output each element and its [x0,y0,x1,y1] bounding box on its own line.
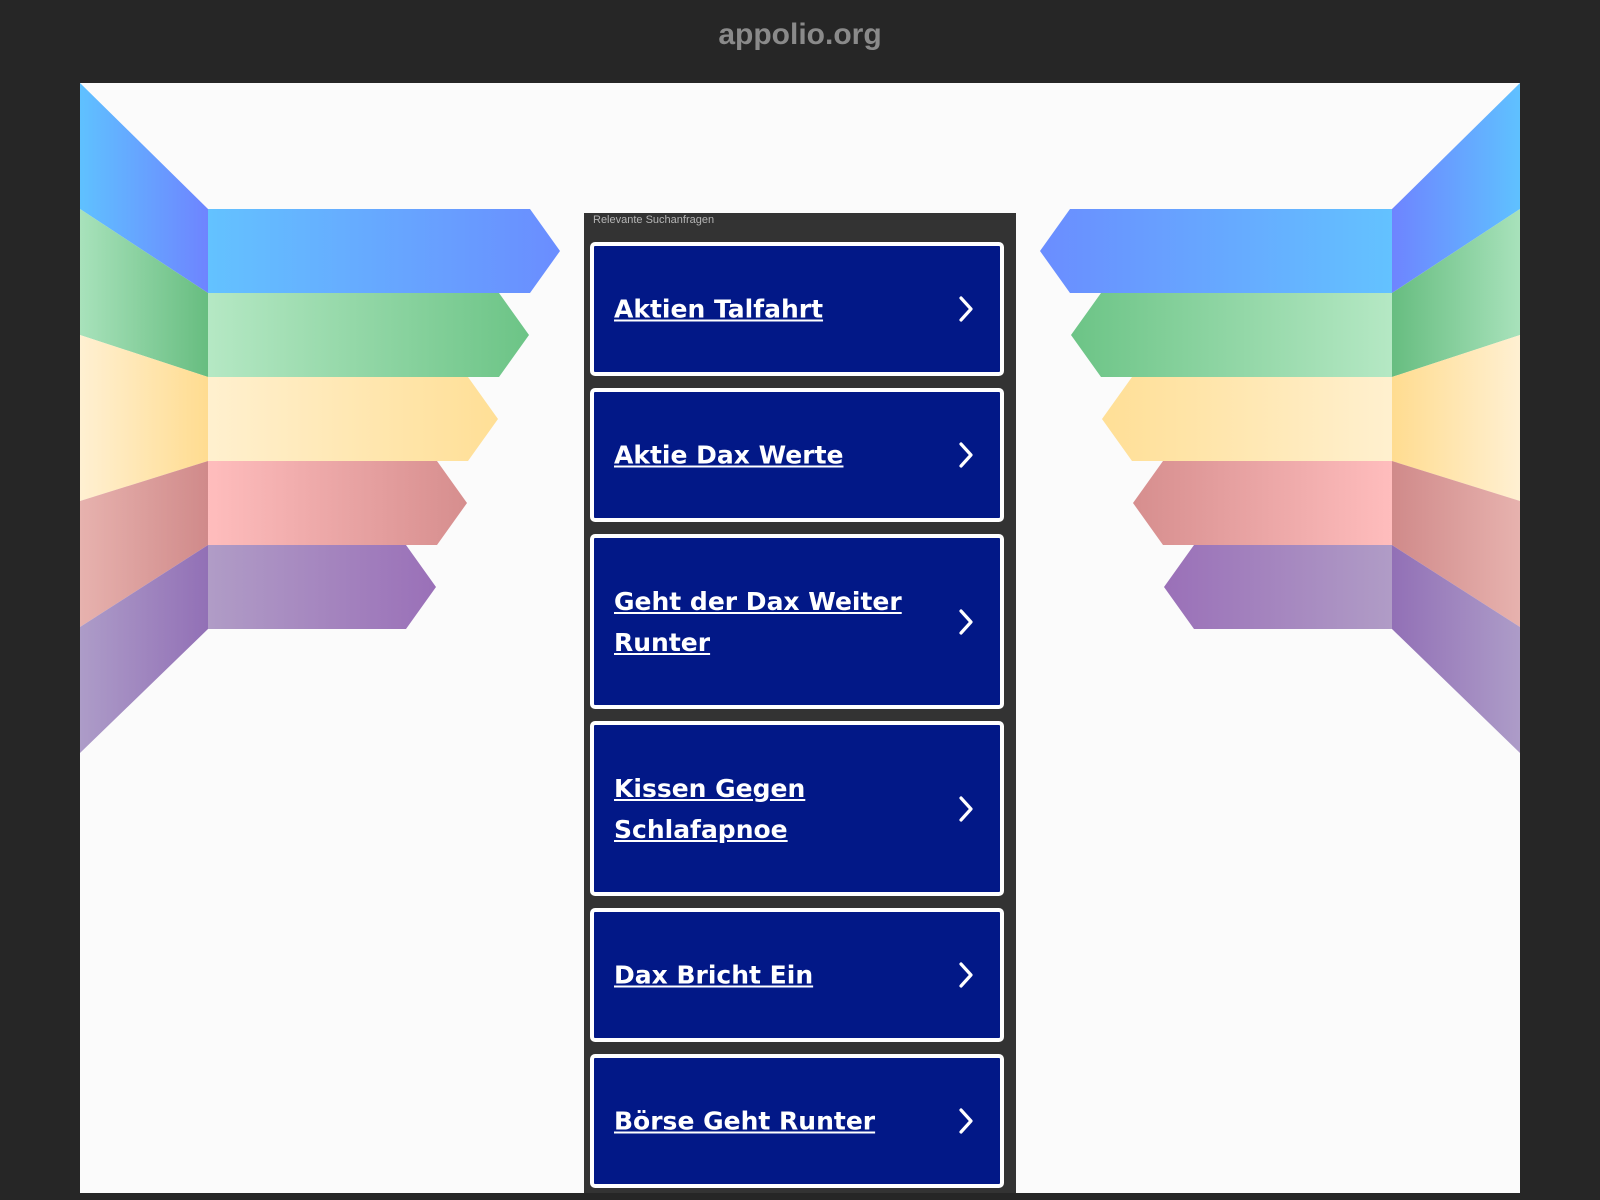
chevron-right-icon [959,296,973,322]
left-arrow-green [208,293,529,377]
right-arrow-yellow [1102,377,1392,461]
search-result-label: Aktien Talfahrt [614,294,824,324]
search-result-link[interactable]: Dax Bricht Ein [590,908,1004,1042]
search-result-link[interactable]: Aktie Dax Werte [590,388,1004,522]
right-arrow-purple [1164,545,1392,629]
search-result-label: Aktie Dax Werte [614,440,844,470]
left-arrow-red [208,461,467,545]
right-arrow-blue [1040,209,1392,293]
chevron-right-icon [959,442,973,468]
left-arrow-blue [208,209,560,293]
search-result-link[interactable]: Aktien Talfahrt [590,242,1004,376]
chevron-right-icon [959,795,973,822]
left-arrow-yellow [208,377,498,461]
content-panel: Relevante Suchanfragen Aktien Talfahrt A… [80,83,1520,1193]
search-result-label: Börse Geht Runter [614,1106,876,1136]
domain-title: appolio.org [718,18,882,51]
related-searches-heading: Relevante Suchanfragen [593,214,715,226]
right-arrow-green [1071,293,1392,377]
related-searches: Relevante Suchanfragen Aktien Talfahrt A… [584,213,1016,1193]
left-arrow-purple [208,545,436,629]
top-bar: appolio.org [0,0,1600,82]
search-result-label: Kissen Gegen Schlafapnoe [614,773,806,844]
search-result-label: Geht der Dax Weiter Runter [614,586,902,657]
chevron-right-icon [959,608,973,635]
right-arrow-red [1133,461,1392,545]
search-result-link[interactable]: Geht der Dax Weiter Runter [590,534,1004,709]
search-result-link[interactable]: Börse Geht Runter [590,1054,1004,1188]
chevron-right-icon [959,1108,973,1134]
chevron-right-icon [959,962,973,988]
search-result-label: Dax Bricht Ein [614,960,814,990]
search-result-link[interactable]: Kissen Gegen Schlafapnoe [590,721,1004,896]
